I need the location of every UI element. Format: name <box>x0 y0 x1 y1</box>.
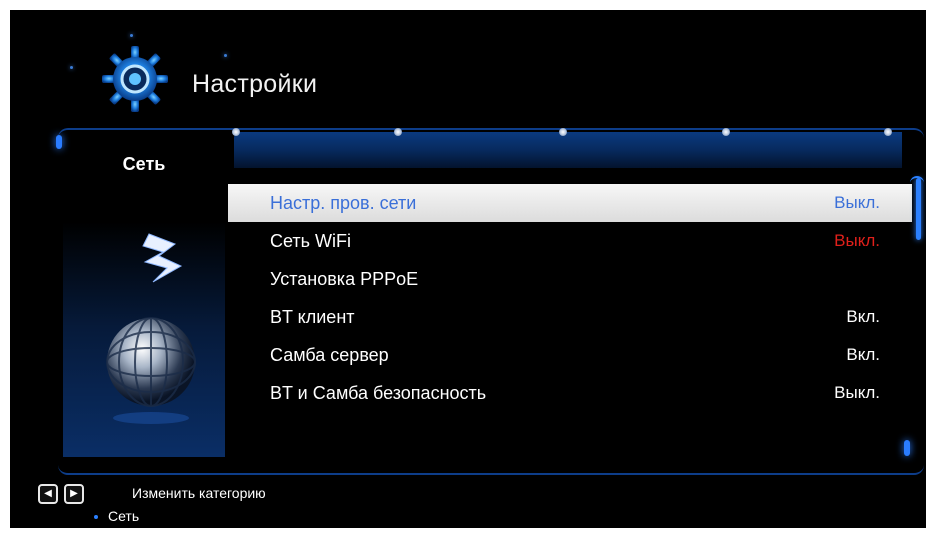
item-label: Установка PPPoE <box>270 268 419 289</box>
item-value: Выкл. <box>834 231 880 250</box>
list-item[interactable]: Самба сервер Вкл. <box>228 336 912 374</box>
item-label: Сеть WiFi <box>270 230 352 251</box>
tab-marker <box>884 128 892 136</box>
list-item[interactable]: BT клиент Вкл. <box>228 298 912 336</box>
item-value: Выкл. <box>834 193 880 212</box>
tab-marker <box>559 128 567 136</box>
item-value: Выкл. <box>834 383 880 402</box>
item-value: Вкл. <box>846 307 880 326</box>
item-label: Самба сервер <box>270 344 389 365</box>
item-label: BT клиент <box>270 306 355 327</box>
item-label: Настр. пров. сети <box>270 192 417 213</box>
right-arrow-key-icon: ▶ <box>64 484 84 504</box>
globe-lightning-icon <box>63 222 225 457</box>
category-label[interactable]: Сеть <box>63 154 225 175</box>
panel-corner-glow <box>56 135 62 149</box>
category-tab-strip[interactable] <box>232 128 902 168</box>
gear-icon <box>100 44 180 124</box>
tab-marker <box>394 128 402 136</box>
list-item[interactable]: Сеть WiFi Выкл. <box>228 222 912 260</box>
settings-list: Настр. пров. сети Выкл. Сеть WiFi Выкл. … <box>228 184 912 412</box>
list-item[interactable]: Настр. пров. сети Выкл. <box>228 184 912 222</box>
tv-screen: Настройки Сеть Настр. пров. сети Выкл. С… <box>10 10 926 528</box>
tab-marker <box>722 128 730 136</box>
panel-corner-glow <box>904 440 910 456</box>
left-arrow-key-icon: ◀ <box>38 484 58 504</box>
scrollbar[interactable] <box>916 178 921 240</box>
item-label: BT и Самба безопасность <box>270 382 487 403</box>
footer-current-category: Сеть <box>108 508 140 524</box>
footer-hint: Изменить категорию <box>132 485 266 501</box>
list-item[interactable]: BT и Самба безопасность Выкл. <box>228 374 912 412</box>
item-value: Вкл. <box>846 345 880 364</box>
sparkle-dot <box>70 66 73 69</box>
bullet-dot <box>94 515 98 519</box>
category-column: Сеть <box>63 132 225 462</box>
sparkle-dot <box>130 34 133 37</box>
sparkle-dot <box>224 54 227 57</box>
list-item[interactable]: Установка PPPoE <box>228 260 912 298</box>
page-title: Настройки <box>192 70 318 98</box>
tab-marker <box>232 128 240 136</box>
